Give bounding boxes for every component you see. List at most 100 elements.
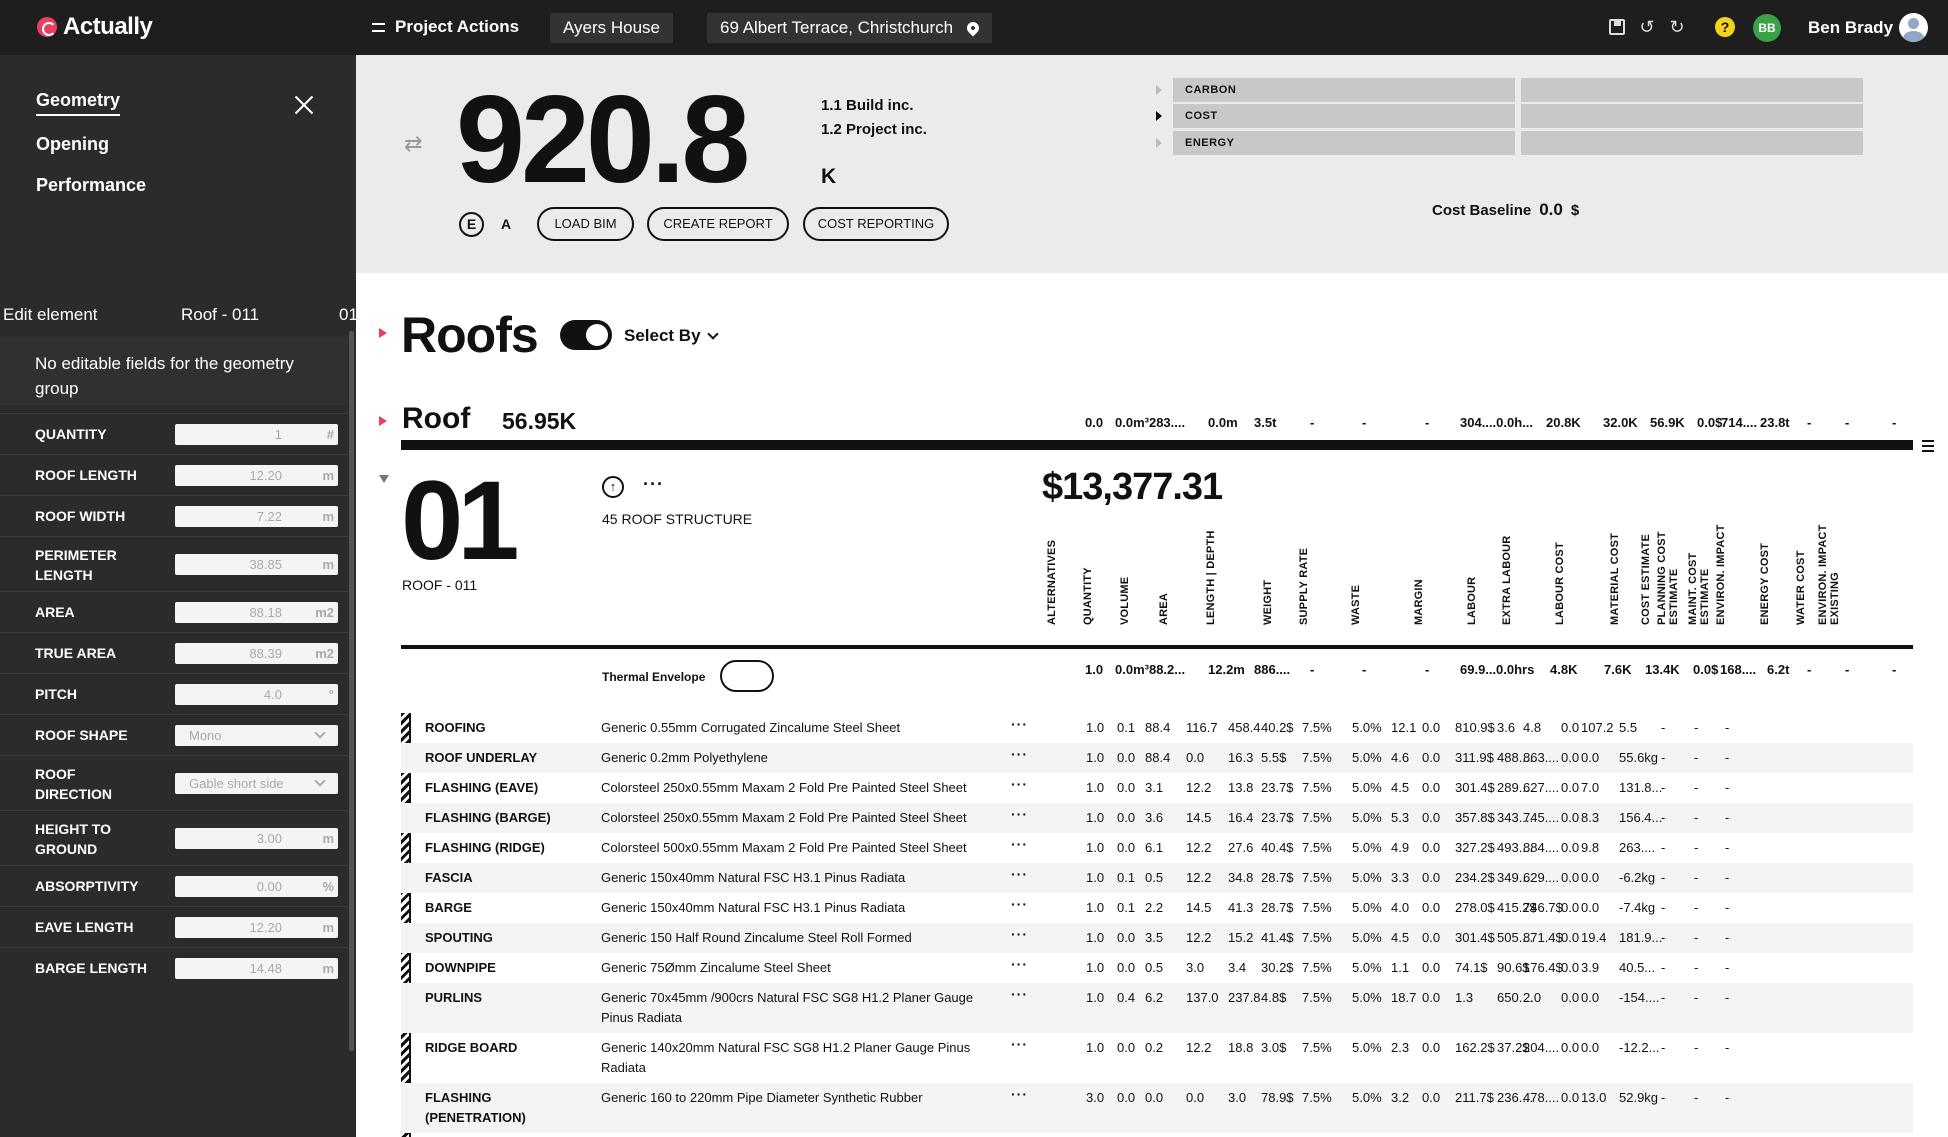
select-by-dropdown[interactable]: Select By bbox=[624, 326, 719, 346]
table-row[interactable]: FLASHING (EAVE) Colorsteel 250x0.55mm Max… bbox=[401, 773, 1913, 803]
cost-reporting-button[interactable]: COST REPORTING bbox=[803, 207, 949, 241]
row-cell: 40.2$ bbox=[1261, 720, 1294, 735]
row-cell: - bbox=[1725, 810, 1730, 825]
app-logo[interactable]: Actually bbox=[37, 13, 153, 41]
panel-scrollbar[interactable] bbox=[349, 331, 354, 1051]
table-row[interactable]: ROOFING Generic 0.55mm Corrugated Zincalu… bbox=[401, 713, 1913, 743]
project-actions-label: Project Actions bbox=[395, 17, 520, 36]
column-header-label: EXTRA LABOUR bbox=[1501, 535, 1513, 625]
row-more-icon[interactable]: ··· bbox=[1011, 746, 1028, 762]
row-cell: 6.2 bbox=[1145, 990, 1164, 1005]
row-cell: 28.7$ bbox=[1261, 900, 1294, 915]
user-name[interactable]: Ben Brady bbox=[1808, 18, 1893, 38]
collapse-roofs-icon[interactable] bbox=[379, 328, 387, 338]
field-select[interactable]: Gable short side bbox=[175, 773, 338, 794]
field-input[interactable]: 12.20 m bbox=[175, 917, 338, 938]
close-icon[interactable] bbox=[294, 95, 314, 115]
field-input[interactable]: 4.0 ° bbox=[175, 684, 338, 705]
create-report-button[interactable]: CREATE REPORT bbox=[647, 207, 789, 241]
table-row[interactable]: ROOF UNDERLAY Generic 0.2mm Polyethylene ·… bbox=[401, 743, 1913, 773]
field-input[interactable]: 14.48 m bbox=[175, 958, 338, 979]
field-input[interactable]: 12.20 m bbox=[175, 465, 338, 486]
address-chip[interactable]: 69 Albert Terrace, Christchurch bbox=[707, 13, 993, 43]
select-by-toggle[interactable] bbox=[560, 320, 612, 350]
row-more-icon[interactable]: ··· bbox=[1011, 836, 1028, 852]
avatar[interactable] bbox=[1899, 13, 1928, 42]
field-input[interactable]: 88.39 m2 bbox=[175, 643, 338, 664]
nav-geometry[interactable]: Geometry bbox=[36, 90, 121, 116]
row-name: DOWNPIPE bbox=[425, 960, 496, 975]
field-input[interactable]: 3.00 m bbox=[175, 828, 338, 849]
table-row[interactable]: FASCIA Generic 150x40mm Natural FSC H3.1 … bbox=[401, 863, 1913, 893]
group-title: Roof bbox=[402, 402, 471, 435]
row-more-icon[interactable]: ··· bbox=[1011, 866, 1028, 882]
table-row[interactable]: PURLINS Generic 70x45mm /900crs Natural F… bbox=[401, 983, 1913, 1033]
row-more-icon[interactable]: ··· bbox=[1011, 1086, 1028, 1102]
row-cell: 0.2 bbox=[1145, 1040, 1164, 1055]
row-more-icon[interactable]: ··· bbox=[1011, 776, 1028, 792]
row-cell: 5.3 bbox=[1391, 810, 1410, 825]
save-icon[interactable] bbox=[1607, 17, 1627, 37]
row-more-icon[interactable]: ··· bbox=[1011, 926, 1028, 942]
row-cell: 0.0 bbox=[1422, 960, 1441, 975]
redo-icon[interactable]: ↻ bbox=[1667, 17, 1687, 37]
column-header-label: MATERIAL COST bbox=[1609, 532, 1621, 625]
table-row[interactable]: DOWNPIPE Generic 75Ømm Zincalume Steel Sh… bbox=[401, 953, 1913, 983]
more-options-icon[interactable]: ··· bbox=[643, 474, 664, 495]
a-label[interactable]: A bbox=[501, 216, 511, 232]
metric-energy[interactable]: ENERGY bbox=[1156, 131, 1863, 155]
field-input[interactable]: 7.22 m bbox=[175, 506, 338, 527]
field-row: AREA 88.18 m2 bbox=[0, 591, 348, 632]
table-row[interactable]: FLASHING (BARGE) Colorsteel 250x0.55mm Ma… bbox=[401, 803, 1913, 833]
house-chip[interactable]: Ayers House bbox=[550, 13, 674, 43]
table-row[interactable]: RIDGE BOARD Generic 140x20mm Natural FSC … bbox=[401, 1033, 1913, 1083]
metric-carbon[interactable]: CARBON bbox=[1156, 78, 1863, 102]
help-icon[interactable]: ? bbox=[1715, 17, 1735, 37]
row-cell: 7.5% bbox=[1302, 900, 1332, 915]
field-input[interactable]: 38.85 m bbox=[175, 554, 338, 575]
swap-icon[interactable]: ⇄ bbox=[404, 131, 422, 157]
field-label: ROOF DIRECTION bbox=[35, 766, 112, 802]
field-unit: m bbox=[322, 831, 334, 846]
left-panel: Geometry Opening Performance Edit elemen… bbox=[0, 55, 358, 1137]
undo-icon[interactable]: ↺ bbox=[1637, 17, 1657, 37]
table-row[interactable]: BARGE Generic 150x40mm Natural FSC H3.1 P… bbox=[401, 893, 1913, 923]
upload-icon[interactable]: ↑ bbox=[602, 476, 624, 498]
e-badge[interactable]: E bbox=[459, 212, 484, 237]
table-row[interactable]: FLASHING (RIDGE) Colorsteel 500x0.55mm Ma… bbox=[401, 833, 1913, 863]
row-more-icon[interactable]: ··· bbox=[1011, 956, 1028, 972]
field-label: PITCH bbox=[35, 686, 77, 702]
row-cell: 810.9$ bbox=[1455, 720, 1495, 735]
field-input[interactable]: 1 # bbox=[175, 424, 338, 445]
row-more-icon[interactable]: ··· bbox=[1011, 716, 1028, 732]
nav-performance[interactable]: Performance bbox=[36, 175, 146, 196]
table-row[interactable]: FLASHING (PENETRATION) Generic 160 to 220… bbox=[401, 1083, 1913, 1133]
row-more-icon[interactable]: ··· bbox=[1011, 986, 1028, 1002]
row-cell: 4.9 bbox=[1391, 840, 1410, 855]
project-actions-button[interactable]: Project Actions bbox=[372, 17, 519, 37]
user-initials-badge[interactable]: BB bbox=[1753, 14, 1781, 42]
metric-cost[interactable]: COST bbox=[1156, 104, 1863, 128]
thermal-envelope-toggle[interactable] bbox=[720, 660, 774, 692]
load-bim-button[interactable]: LOAD BIM bbox=[537, 207, 634, 241]
row-cell: 3.9 bbox=[1581, 960, 1600, 975]
element-summary-cell: 69.9... bbox=[1460, 662, 1497, 677]
collapse-roof-icon[interactable] bbox=[379, 416, 387, 426]
row-cell: 746.7$ bbox=[1523, 900, 1563, 915]
field-label: HEIGHT TO GROUND bbox=[35, 821, 111, 857]
row-more-icon[interactable]: ··· bbox=[1011, 806, 1028, 822]
field-input[interactable]: 88.18 m2 bbox=[175, 602, 338, 623]
row-more-icon[interactable]: ··· bbox=[1011, 896, 1028, 912]
row-more-icon[interactable]: ··· bbox=[1011, 1036, 1028, 1052]
column-menu-icon[interactable] bbox=[1922, 440, 1934, 452]
field-select[interactable]: Mono bbox=[175, 725, 338, 746]
expand-arrow-icon bbox=[1156, 85, 1162, 95]
row-cell: -154.... bbox=[1619, 990, 1660, 1005]
chevron-down-icon bbox=[706, 328, 719, 340]
row-name: ROOF UNDERLAY bbox=[425, 750, 538, 765]
field-input[interactable]: 0.00% bbox=[175, 876, 338, 897]
row-cell: 311.9$ bbox=[1455, 750, 1494, 765]
collapse-element-icon[interactable] bbox=[379, 475, 389, 483]
table-row[interactable]: SPOUTING Generic 150 Half Round Zincalume… bbox=[401, 923, 1913, 953]
nav-opening[interactable]: Opening bbox=[36, 134, 146, 155]
